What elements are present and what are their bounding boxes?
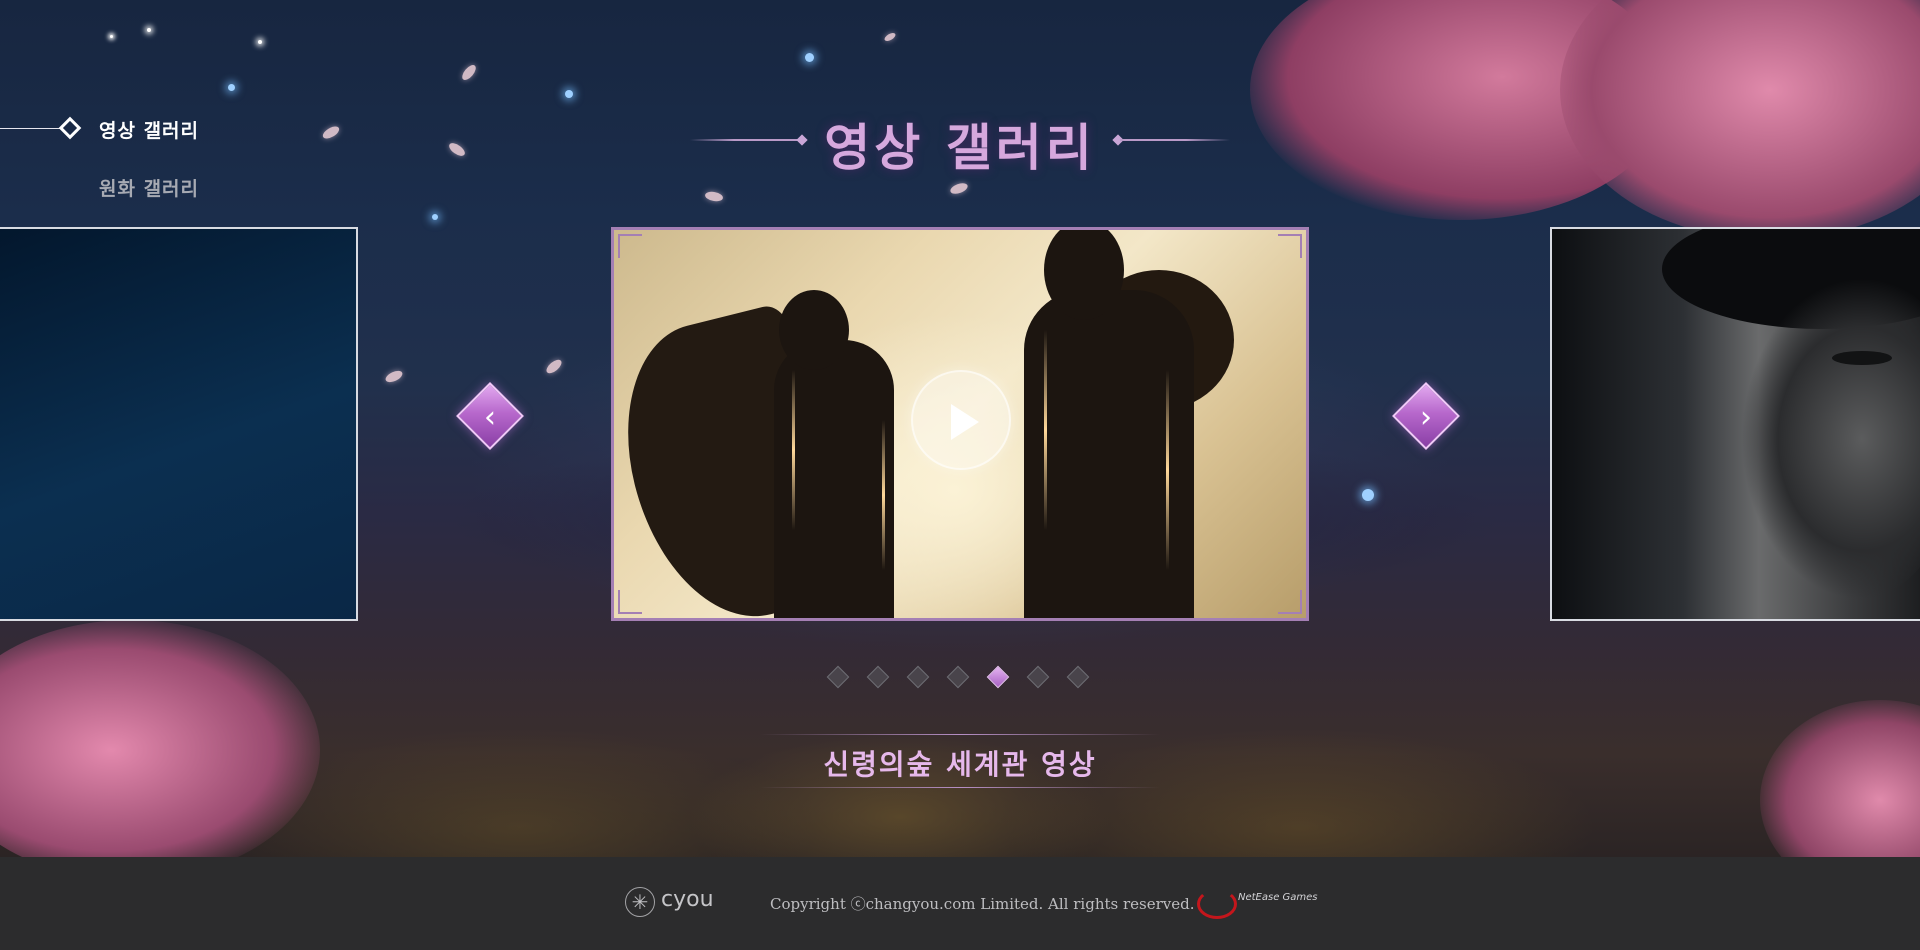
petal-decor (459, 62, 479, 83)
star-decor (110, 35, 113, 38)
slide-previous[interactable] (0, 227, 358, 621)
frame-ornament (1278, 234, 1302, 258)
nav-active-line (0, 128, 60, 129)
play-icon (951, 404, 979, 440)
petal-decor (320, 124, 342, 141)
rim-light (882, 420, 885, 570)
rim-light (1044, 330, 1047, 530)
nav-item-art-gallery[interactable]: 원화 갤러리 (99, 174, 199, 201)
slide-current-video-thumbnail[interactable] (611, 227, 1309, 621)
star-decor (565, 90, 573, 98)
caption-divider (760, 734, 1160, 735)
cherry-blossom-decor (1560, 0, 1920, 240)
star-decor (258, 40, 262, 44)
frame-ornament (618, 234, 642, 258)
star-decor (432, 214, 438, 220)
slide-figure (1832, 351, 1892, 365)
star-decor (805, 53, 814, 62)
petal-decor (949, 181, 969, 196)
star-decor (147, 28, 151, 32)
copyright-text: Copyright ⓒchangyou.com Limited. All rig… (770, 895, 1195, 913)
petal-decor (383, 368, 405, 385)
star-decor (1362, 489, 1374, 501)
star-decor (228, 84, 235, 91)
netease-logo (1197, 889, 1237, 919)
video-caption-block: 신령의숲 세계관 영상 (760, 734, 1160, 788)
cyou-logo-icon: ✳ (631, 890, 649, 914)
page-title: 영상 갤러리 (824, 118, 1096, 177)
petal-decor (544, 357, 564, 376)
footer: ✳ cyou Copyright ⓒchangyou.com Limited. … (0, 857, 1920, 950)
petal-decor (704, 190, 724, 203)
cyou-logo-text: cyou (661, 887, 714, 912)
frame-ornament (1278, 590, 1302, 614)
rim-light (792, 370, 795, 530)
chevron-right-icon[interactable]: › (1406, 398, 1446, 438)
slide-next[interactable] (1550, 227, 1920, 621)
page-title-block: 영상 갤러리 (690, 108, 1230, 177)
caption-divider (760, 787, 1160, 788)
nav-item-video-gallery[interactable]: 영상 갤러리 (99, 116, 199, 143)
petal-decor (447, 140, 467, 159)
play-button[interactable] (911, 370, 1011, 470)
netease-logo-text: NetEase Games (1238, 892, 1318, 903)
chevron-left-icon[interactable]: ‹ (470, 398, 510, 438)
rim-light (1166, 370, 1169, 570)
slide-figure (1722, 269, 1920, 599)
silhouette-figure (779, 290, 849, 370)
petal-decor (883, 31, 897, 43)
frame-ornament (618, 590, 642, 614)
video-caption: 신령의숲 세계관 영상 (823, 748, 1097, 781)
